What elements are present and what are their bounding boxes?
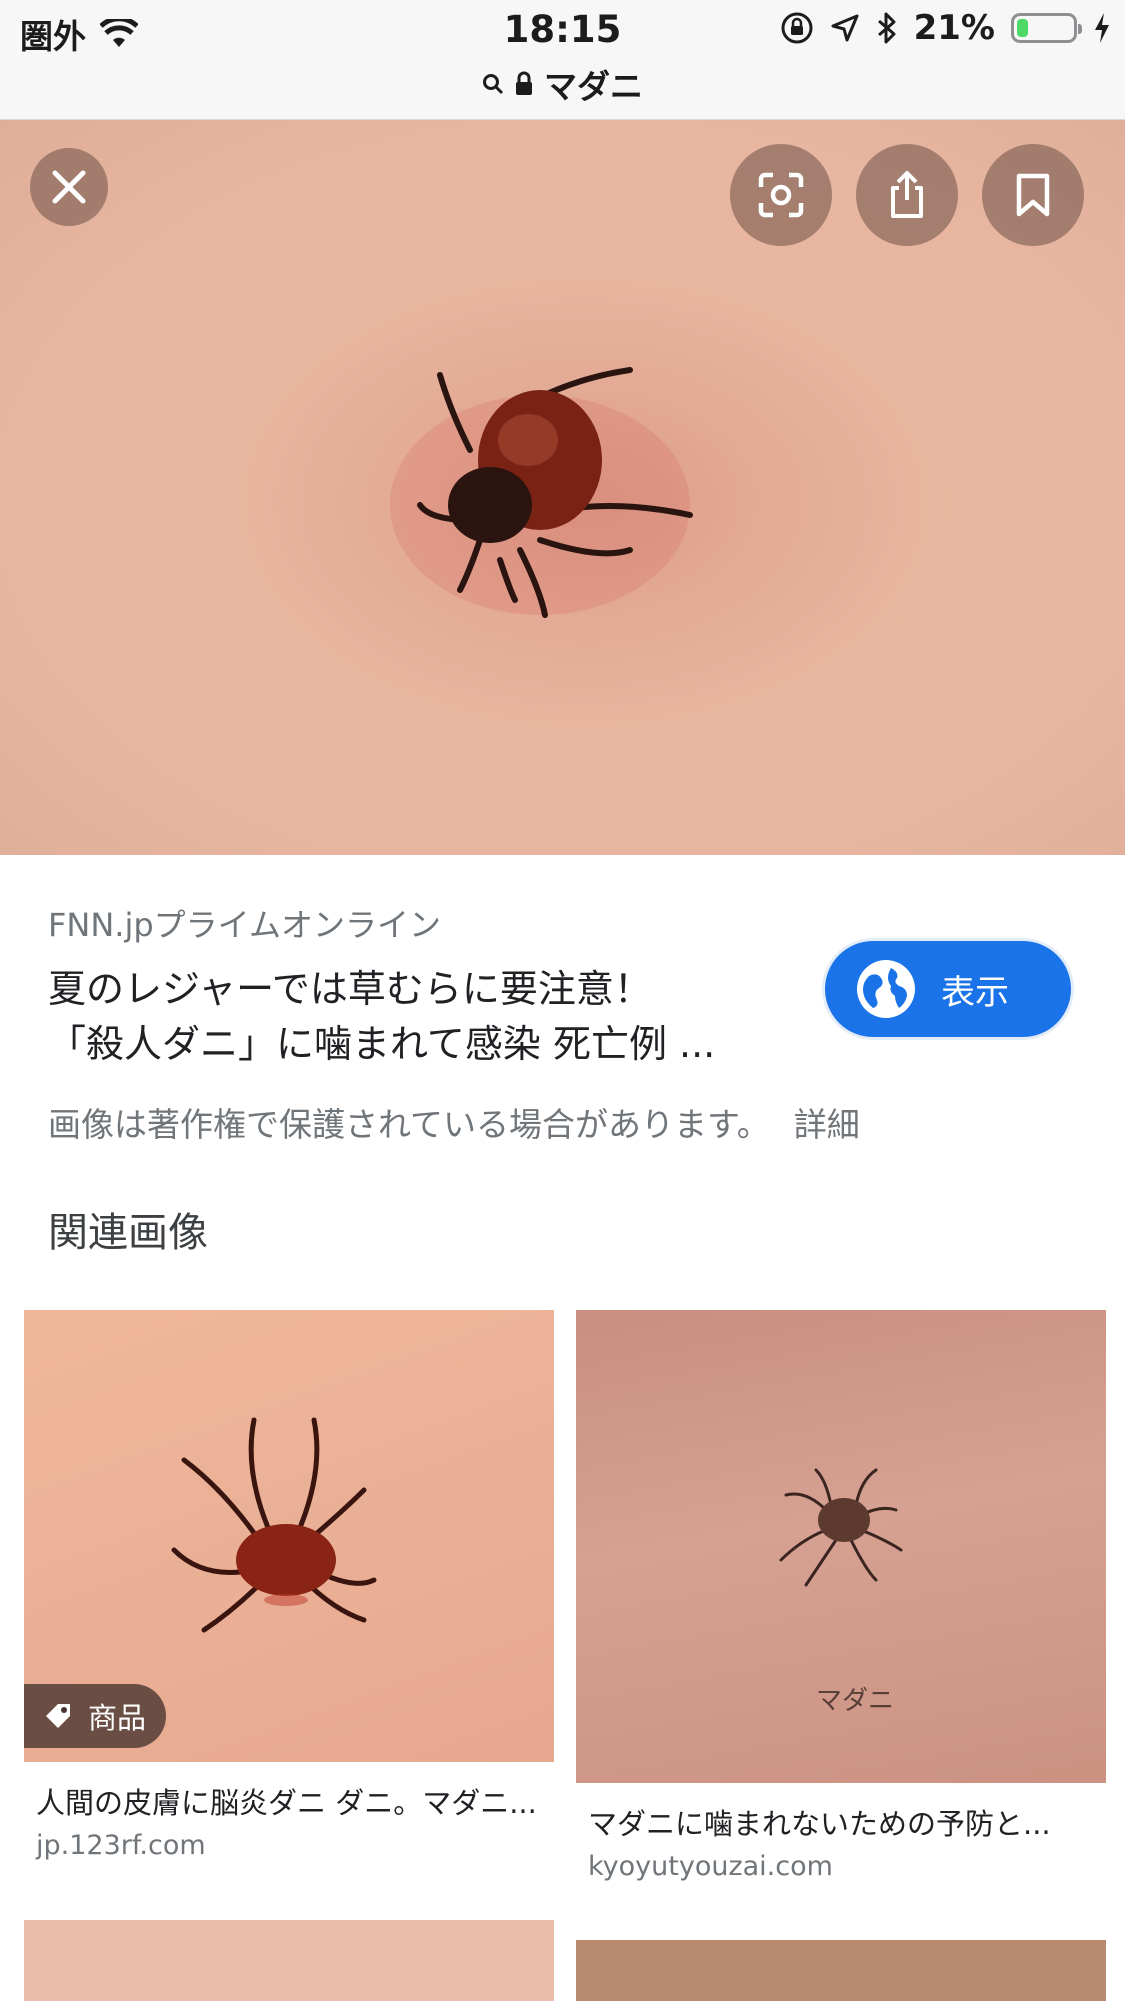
share-icon xyxy=(891,171,923,218)
close-button[interactable] xyxy=(30,148,108,226)
result-title-line2: 「殺人ダニ」に噛まれて感染 死亡例 ... xyxy=(48,1022,716,1066)
product-tag-label: 商品 xyxy=(88,1701,147,1735)
status-bar: 圏外 18:15 21% マダニ xyxy=(0,0,1125,120)
url-bar[interactable]: マダニ xyxy=(0,60,1125,108)
image-watermark: マダニ xyxy=(816,1686,895,1716)
location-icon xyxy=(831,14,859,42)
status-right: 21% xyxy=(780,8,1111,48)
copyright-text: 画像は著作権で保護されている場合があります。 xyxy=(48,1105,770,1144)
lens-icon xyxy=(758,172,804,218)
lens-button[interactable] xyxy=(730,144,832,246)
tick-illustration xyxy=(390,367,693,618)
search-icon xyxy=(483,74,504,95)
related-caption[interactable]: マダニに噛まれないための予防と... xyxy=(576,1801,1098,1843)
visit-button[interactable]: 表示 xyxy=(822,938,1074,1040)
close-icon xyxy=(52,170,86,204)
result-source[interactable]: FNN.jpプライムオンライン xyxy=(48,900,441,946)
detail-link[interactable]: 詳細 xyxy=(794,1105,860,1144)
related-thumbnail[interactable]: 商品 xyxy=(24,1310,554,1762)
related-thumbnail[interactable]: マダニ xyxy=(576,1310,1106,1783)
visit-label: 表示 xyxy=(941,972,1009,1013)
globe-icon xyxy=(857,960,915,1018)
rotation-lock-icon xyxy=(781,12,813,44)
related-domain: jp.123rf.com xyxy=(36,1830,206,1861)
related-caption[interactable]: 人間の皮膚に脳炎ダニ ダニ。マダニ... xyxy=(24,1780,546,1822)
price-tag-icon xyxy=(46,1704,70,1728)
product-tag[interactable]: 商品 xyxy=(24,1684,167,1748)
bookmark-icon xyxy=(1016,173,1050,217)
related-domain: kyoyutyouzai.com xyxy=(588,1851,833,1882)
bluetooth-icon xyxy=(877,12,896,44)
hero-image[interactable] xyxy=(0,120,1125,855)
result-title[interactable]: 夏のレジャーでは草むらに要注意！ 「殺人ダニ」に噛まれて感染 死亡例 ... xyxy=(48,962,788,1072)
battery-percent: 21% xyxy=(913,8,995,48)
related-heading: 関連画像 xyxy=(48,1210,208,1256)
share-button[interactable] xyxy=(856,144,958,246)
related-card-4[interactable] xyxy=(576,1940,1106,2001)
bookmark-button[interactable] xyxy=(982,144,1084,246)
related-card-3[interactable] xyxy=(24,1920,554,2001)
battery-icon xyxy=(1011,13,1082,43)
copyright-notice: 画像は著作権で保護されている場合があります。 詳細 xyxy=(48,1098,860,1146)
related-card-1[interactable]: 商品 人間の皮膚に脳炎ダニ ダニ。マダニ... jp.123rf.com xyxy=(24,1310,554,1861)
charging-icon xyxy=(1095,13,1109,43)
related-card-2[interactable]: マダニ マダニに噛まれないための予防と... kyoyutyouzai.com xyxy=(576,1310,1106,1882)
lock-icon xyxy=(516,71,532,95)
url-query: マダニ xyxy=(544,67,643,106)
result-title-line1: 夏のレジャーでは草むらに要注意！ xyxy=(48,967,652,1011)
